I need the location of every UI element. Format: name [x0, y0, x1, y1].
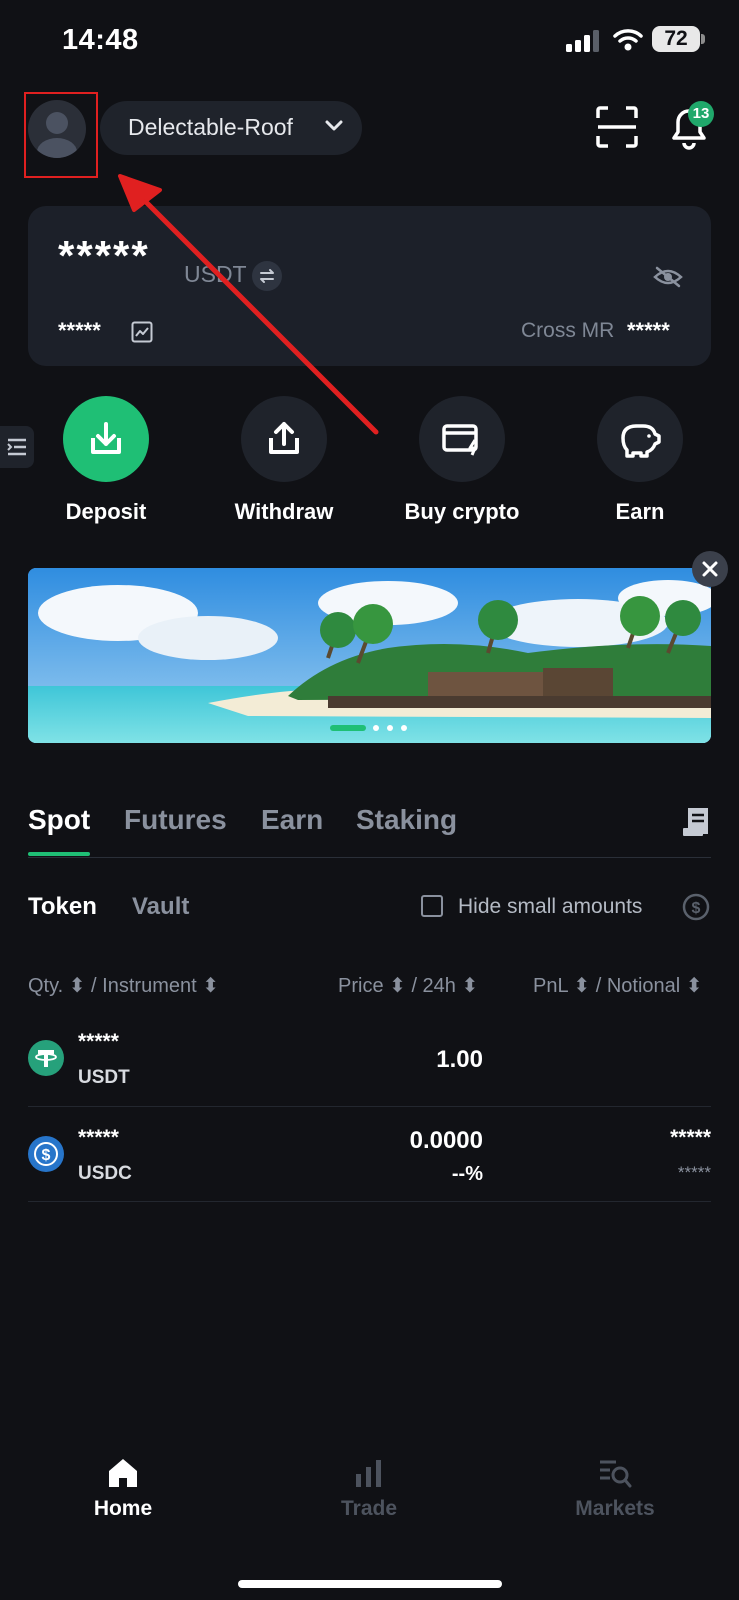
status-time: 14:48: [62, 24, 139, 56]
row-divider: [28, 1201, 711, 1202]
buy-crypto-label: Buy crypto: [404, 499, 520, 524]
deposit-icon: [91, 422, 121, 454]
banner-close-button[interactable]: [692, 551, 728, 587]
asset-symbol: USDC: [78, 1163, 132, 1184]
account-name: Delectable-Roof: [128, 114, 293, 140]
swap-icon[interactable]: [252, 261, 282, 291]
carousel-dot[interactable]: [387, 725, 393, 731]
tab-earn[interactable]: Earn: [261, 804, 323, 836]
column-header-price-24h[interactable]: Price ⬍ / 24h ⬍: [338, 973, 478, 998]
tab-spot[interactable]: Spot: [28, 804, 90, 836]
tab-active-indicator: [28, 852, 90, 856]
column-header-pnl-notional[interactable]: PnL ⬍ / Notional ⬍: [533, 973, 703, 998]
home-icon[interactable]: [106, 1456, 140, 1490]
annotation-highlight-box: [24, 92, 98, 178]
earn-button[interactable]: [597, 396, 683, 482]
dollar-convert-icon[interactable]: $: [682, 893, 710, 921]
balance-amount: *****: [58, 232, 150, 279]
home-indicator: [238, 1580, 502, 1588]
markets-icon[interactable]: [598, 1456, 632, 1490]
row-divider: [28, 1106, 711, 1107]
scan-icon[interactable]: [596, 106, 638, 148]
nav-markets[interactable]: Markets: [545, 1497, 685, 1521]
battery-indicator: 72: [652, 26, 700, 52]
beach-image: [28, 568, 711, 743]
close-icon: [702, 561, 718, 577]
tab-divider: [28, 857, 711, 858]
asset-qty: *****: [78, 1126, 119, 1149]
chart-icon[interactable]: [131, 321, 153, 343]
asset-notional: *****: [677, 1163, 711, 1182]
cross-mr-value: *****: [627, 318, 670, 343]
carousel-dot-active[interactable]: [330, 725, 366, 731]
asset-pnl: *****: [670, 1126, 711, 1149]
usdt-coin-icon: [28, 1040, 64, 1076]
carousel-dot[interactable]: [373, 725, 379, 731]
svg-text:$: $: [42, 1147, 51, 1164]
tab-staking[interactable]: Staking: [356, 804, 457, 836]
asset-symbol: USDT: [78, 1067, 130, 1088]
subtab-vault[interactable]: Vault: [132, 893, 189, 921]
asset-qty: *****: [78, 1030, 119, 1053]
buy-crypto-button[interactable]: [419, 396, 505, 482]
cross-mr-label: Cross MR: [521, 319, 615, 342]
column-header-qty-instrument[interactable]: Qty. ⬍ / Instrument ⬍: [28, 973, 219, 998]
subtab-token[interactable]: Token: [28, 893, 97, 921]
history-icon[interactable]: [682, 806, 710, 838]
usdc-coin-icon: $: [28, 1136, 64, 1172]
earn-label: Earn: [615, 499, 665, 524]
hide-small-amounts-checkbox[interactable]: [421, 895, 443, 917]
piggy-bank-icon: [621, 424, 661, 458]
hide-small-amounts-label[interactable]: Hide small amounts: [458, 895, 642, 919]
card-icon: [442, 424, 478, 456]
signal-icon: [566, 30, 599, 52]
balance-secondary: *****: [58, 318, 101, 343]
nav-trade[interactable]: Trade: [299, 1497, 439, 1521]
battery-tip: [701, 34, 705, 44]
promo-banner[interactable]: [28, 568, 711, 743]
menu-indent-icon: [7, 438, 26, 456]
asset-price: 0.0000: [409, 1127, 483, 1154]
balance-currency[interactable]: USDT: [184, 261, 247, 288]
notification-badge: 13: [688, 101, 714, 127]
nav-home[interactable]: Home: [53, 1497, 193, 1521]
svg-text:$: $: [692, 900, 701, 917]
tab-futures[interactable]: Futures: [124, 804, 227, 836]
carousel-dot[interactable]: [401, 725, 407, 731]
withdraw-label: Withdraw: [234, 499, 334, 524]
asset-price: 1.00: [436, 1046, 483, 1073]
asset-change: --%: [451, 1163, 483, 1185]
wifi-icon: [613, 29, 643, 51]
deposit-button[interactable]: [63, 396, 149, 482]
withdraw-button[interactable]: [241, 396, 327, 482]
withdraw-icon: [269, 422, 299, 454]
trade-icon[interactable]: [352, 1456, 386, 1490]
chevron-down-icon: [325, 120, 343, 131]
side-menu-toggle[interactable]: [0, 426, 34, 468]
eye-hidden-icon[interactable]: [653, 265, 683, 289]
deposit-label: Deposit: [65, 499, 147, 524]
